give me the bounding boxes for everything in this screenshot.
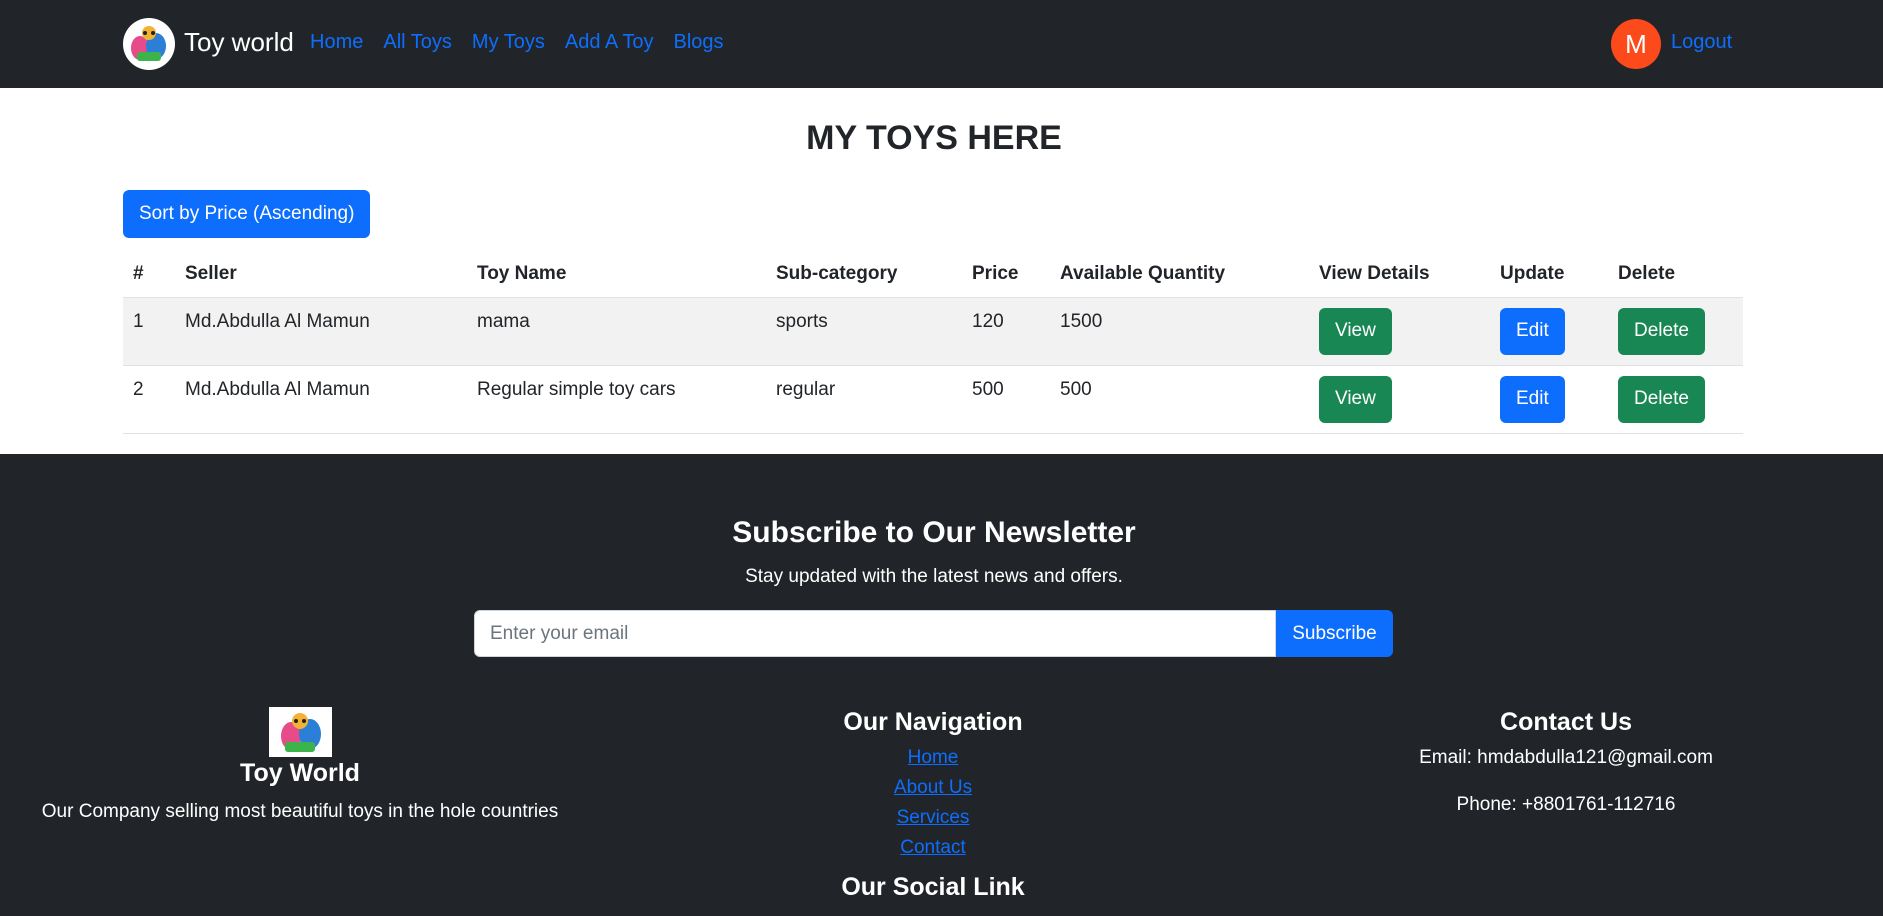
cell-price: 500 — [962, 365, 1050, 434]
toy-shop-logo-icon[interactable] — [123, 18, 175, 70]
logout-link[interactable]: Logout — [1671, 31, 1732, 54]
delete-button[interactable]: Delete — [1618, 375, 1705, 423]
footer-link-contact[interactable]: Contact — [733, 833, 1133, 863]
main-nav: Home All Toys My Toys Add A Toy Blogs — [310, 31, 724, 54]
subscribe-button[interactable]: Subscribe — [1276, 610, 1393, 657]
contact-email: Email: hmdabdulla121@gmail.com — [1419, 747, 1713, 768]
cell-quantity: 1500 — [1050, 297, 1309, 366]
column-header-sub-category: Sub-category — [766, 252, 962, 298]
nav-link-all-toys[interactable]: All Toys — [383, 31, 452, 54]
brand-name[interactable]: Toy world — [184, 27, 294, 58]
delete-button[interactable]: Delete — [1618, 307, 1705, 355]
newsletter-subtitle: Stay updated with the latest news and of… — [745, 566, 1123, 587]
nav-link-blogs[interactable]: Blogs — [673, 31, 723, 54]
view-button[interactable]: View — [1319, 375, 1392, 423]
contact-phone: Phone: +8801761-112716 — [1456, 794, 1676, 815]
cell-view: View — [1309, 297, 1490, 366]
footer-link-about-us[interactable]: About Us — [733, 773, 1133, 803]
footer-link-home[interactable]: Home — [733, 743, 1133, 773]
cell-view: View — [1309, 365, 1490, 434]
sort-by-price-button[interactable]: Sort by Price (Ascending) — [123, 190, 371, 238]
footer-contact-title: Contact Us — [1500, 708, 1632, 736]
column-header-number: # — [123, 252, 175, 298]
cell-toy-name: mama — [467, 297, 766, 366]
edit-button[interactable]: Edit — [1500, 307, 1565, 355]
footer-brand-title: Toy World — [240, 759, 360, 787]
cell-sub-category: sports — [766, 297, 962, 366]
newsletter-title: Subscribe to Our Newsletter — [732, 516, 1136, 549]
nav-link-home[interactable]: Home — [310, 31, 363, 54]
toy-shop-logo-icon — [268, 707, 332, 757]
column-header-toy-name: Toy Name — [467, 252, 766, 298]
cell-sub-category: regular — [766, 365, 962, 434]
cell-edit: Edit — [1490, 365, 1608, 434]
my-toys-table: # Seller Toy Name Sub-category Price Ava… — [123, 252, 1743, 434]
footer-about-column: Toy World Our Company selling most beaut… — [0, 707, 600, 823]
cell-delete: Delete — [1608, 365, 1743, 434]
nav-link-add-a-toy[interactable]: Add A Toy — [565, 31, 654, 54]
table-row: 1 Md.Abdulla Al Mamun mama sports 120 15… — [123, 297, 1743, 366]
top-navbar: Toy world Home All Toys My Toys Add A To… — [0, 0, 1883, 88]
table-header-row: # Seller Toy Name Sub-category Price Ava… — [123, 252, 1743, 298]
cell-quantity: 500 — [1050, 365, 1309, 434]
footer-navigation-column: Our Navigation Home About Us Services Co… — [733, 708, 1133, 902]
column-header-delete: Delete — [1608, 252, 1743, 298]
cell-number: 2 — [123, 365, 175, 434]
view-button[interactable]: View — [1319, 307, 1392, 355]
user-avatar[interactable]: M — [1611, 19, 1661, 69]
column-header-available-quantity: Available Quantity — [1050, 252, 1309, 298]
footer-about-text: Our Company selling most beautiful toys … — [41, 801, 559, 822]
footer-link-services[interactable]: Services — [733, 803, 1133, 833]
cell-delete: Delete — [1608, 297, 1743, 366]
cell-price: 120 — [962, 297, 1050, 366]
footer-navigation-title: Our Navigation — [843, 708, 1023, 736]
newsletter-email-input[interactable] — [474, 610, 1276, 657]
column-header-price: Price — [962, 252, 1050, 298]
cell-edit: Edit — [1490, 297, 1608, 366]
column-header-view-details: View Details — [1309, 252, 1490, 298]
page-title: MY TOYS HERE — [806, 119, 1062, 157]
site-footer: Subscribe to Our Newsletter Stay updated… — [0, 454, 1883, 916]
footer-contact-column: Contact Us Email: hmdabdulla121@gmail.co… — [1366, 708, 1766, 816]
footer-nav-links: Home About Us Services Contact — [733, 743, 1133, 863]
cell-seller: Md.Abdulla Al Mamun — [175, 297, 467, 366]
column-header-update: Update — [1490, 252, 1608, 298]
cell-number: 1 — [123, 297, 175, 366]
cell-toy-name: Regular simple toy cars — [467, 365, 766, 434]
column-header-seller: Seller — [175, 252, 467, 298]
footer-social-title: Our Social Link — [841, 873, 1025, 901]
edit-button[interactable]: Edit — [1500, 375, 1565, 423]
cell-seller: Md.Abdulla Al Mamun — [175, 365, 467, 434]
nav-link-my-toys[interactable]: My Toys — [472, 31, 545, 54]
table-row: 2 Md.Abdulla Al Mamun Regular simple toy… — [123, 365, 1743, 434]
